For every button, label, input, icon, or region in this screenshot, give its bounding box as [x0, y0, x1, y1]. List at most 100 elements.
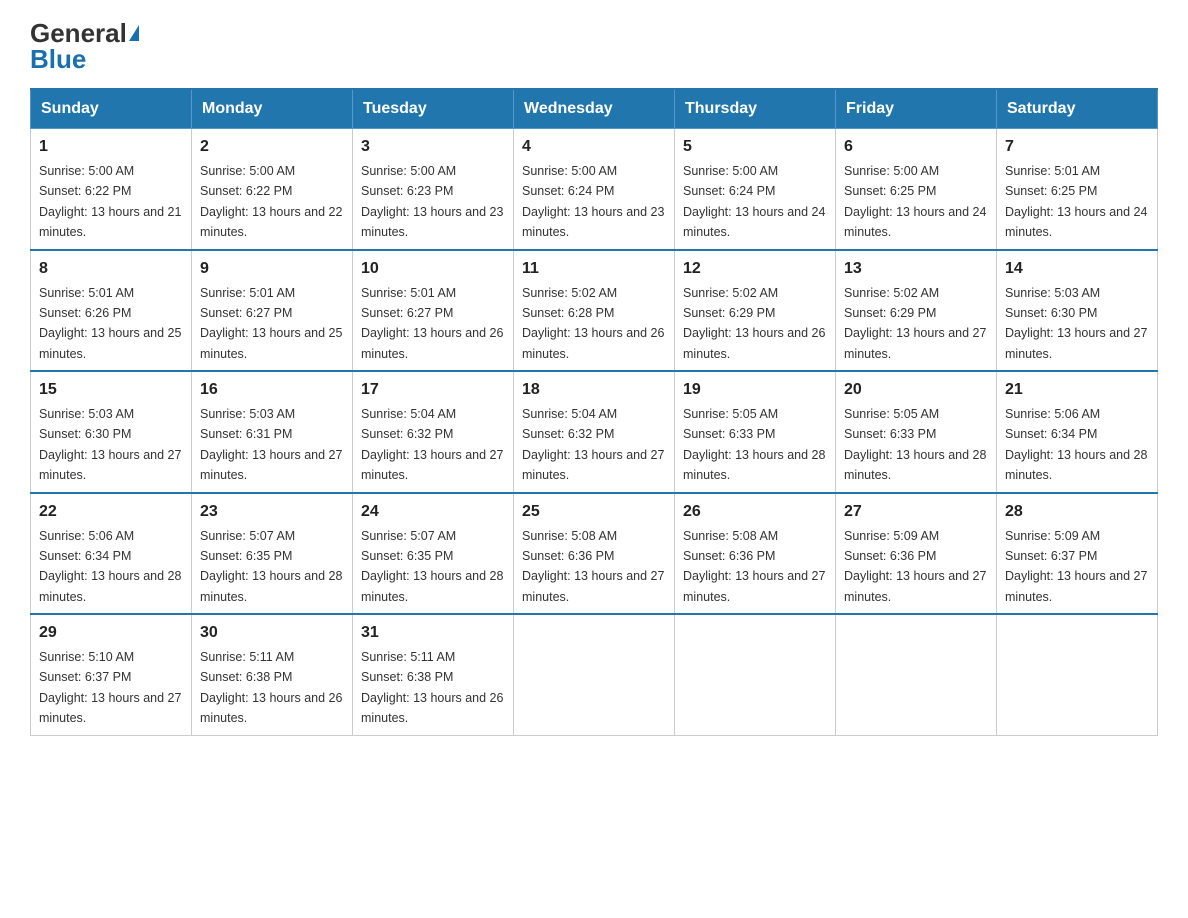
calendar-header-row: SundayMondayTuesdayWednesdayThursdayFrid… [31, 89, 1158, 129]
day-number: 21 [1005, 378, 1149, 402]
day-info: Sunrise: 5:01 AMSunset: 6:25 PMDaylight:… [1005, 164, 1147, 239]
calendar-cell [514, 614, 675, 735]
calendar-cell: 18 Sunrise: 5:04 AMSunset: 6:32 PMDaylig… [514, 371, 675, 493]
calendar-header-monday: Monday [192, 89, 353, 129]
calendar-cell: 20 Sunrise: 5:05 AMSunset: 6:33 PMDaylig… [836, 371, 997, 493]
day-number: 13 [844, 257, 988, 281]
calendar-cell: 23 Sunrise: 5:07 AMSunset: 6:35 PMDaylig… [192, 493, 353, 615]
calendar-cell: 31 Sunrise: 5:11 AMSunset: 6:38 PMDaylig… [353, 614, 514, 735]
calendar-cell: 27 Sunrise: 5:09 AMSunset: 6:36 PMDaylig… [836, 493, 997, 615]
day-info: Sunrise: 5:02 AMSunset: 6:29 PMDaylight:… [683, 286, 825, 361]
calendar-header-wednesday: Wednesday [514, 89, 675, 129]
day-info: Sunrise: 5:01 AMSunset: 6:26 PMDaylight:… [39, 286, 181, 361]
calendar-cell: 5 Sunrise: 5:00 AMSunset: 6:24 PMDayligh… [675, 129, 836, 250]
calendar-cell: 8 Sunrise: 5:01 AMSunset: 6:26 PMDayligh… [31, 250, 192, 372]
day-number: 6 [844, 135, 988, 159]
day-info: Sunrise: 5:08 AMSunset: 6:36 PMDaylight:… [683, 529, 825, 604]
day-info: Sunrise: 5:00 AMSunset: 6:22 PMDaylight:… [39, 164, 181, 239]
calendar-cell: 7 Sunrise: 5:01 AMSunset: 6:25 PMDayligh… [997, 129, 1158, 250]
calendar-cell: 25 Sunrise: 5:08 AMSunset: 6:36 PMDaylig… [514, 493, 675, 615]
calendar-cell: 17 Sunrise: 5:04 AMSunset: 6:32 PMDaylig… [353, 371, 514, 493]
day-info: Sunrise: 5:11 AMSunset: 6:38 PMDaylight:… [361, 650, 503, 725]
day-info: Sunrise: 5:04 AMSunset: 6:32 PMDaylight:… [522, 407, 664, 482]
calendar-cell: 12 Sunrise: 5:02 AMSunset: 6:29 PMDaylig… [675, 250, 836, 372]
calendar-week-row: 29 Sunrise: 5:10 AMSunset: 6:37 PMDaylig… [31, 614, 1158, 735]
calendar-cell: 6 Sunrise: 5:00 AMSunset: 6:25 PMDayligh… [836, 129, 997, 250]
day-number: 9 [200, 257, 344, 281]
calendar-cell: 19 Sunrise: 5:05 AMSunset: 6:33 PMDaylig… [675, 371, 836, 493]
day-number: 16 [200, 378, 344, 402]
day-number: 22 [39, 500, 183, 524]
day-number: 1 [39, 135, 183, 159]
calendar-cell: 28 Sunrise: 5:09 AMSunset: 6:37 PMDaylig… [997, 493, 1158, 615]
day-info: Sunrise: 5:09 AMSunset: 6:37 PMDaylight:… [1005, 529, 1147, 604]
calendar-cell: 1 Sunrise: 5:00 AMSunset: 6:22 PMDayligh… [31, 129, 192, 250]
calendar-cell: 9 Sunrise: 5:01 AMSunset: 6:27 PMDayligh… [192, 250, 353, 372]
day-info: Sunrise: 5:07 AMSunset: 6:35 PMDaylight:… [200, 529, 342, 604]
calendar-cell: 2 Sunrise: 5:00 AMSunset: 6:22 PMDayligh… [192, 129, 353, 250]
calendar-header-friday: Friday [836, 89, 997, 129]
day-info: Sunrise: 5:00 AMSunset: 6:24 PMDaylight:… [522, 164, 664, 239]
calendar-cell: 26 Sunrise: 5:08 AMSunset: 6:36 PMDaylig… [675, 493, 836, 615]
calendar-header-tuesday: Tuesday [353, 89, 514, 129]
calendar-cell: 10 Sunrise: 5:01 AMSunset: 6:27 PMDaylig… [353, 250, 514, 372]
day-info: Sunrise: 5:02 AMSunset: 6:28 PMDaylight:… [522, 286, 664, 361]
calendar-table: SundayMondayTuesdayWednesdayThursdayFrid… [30, 88, 1158, 736]
calendar-cell [836, 614, 997, 735]
logo: General Blue [30, 20, 139, 72]
day-number: 18 [522, 378, 666, 402]
day-info: Sunrise: 5:04 AMSunset: 6:32 PMDaylight:… [361, 407, 503, 482]
day-number: 26 [683, 500, 827, 524]
day-info: Sunrise: 5:03 AMSunset: 6:30 PMDaylight:… [39, 407, 181, 482]
calendar-cell: 15 Sunrise: 5:03 AMSunset: 6:30 PMDaylig… [31, 371, 192, 493]
calendar-week-row: 15 Sunrise: 5:03 AMSunset: 6:30 PMDaylig… [31, 371, 1158, 493]
day-info: Sunrise: 5:03 AMSunset: 6:30 PMDaylight:… [1005, 286, 1147, 361]
calendar-cell: 21 Sunrise: 5:06 AMSunset: 6:34 PMDaylig… [997, 371, 1158, 493]
calendar-cell: 13 Sunrise: 5:02 AMSunset: 6:29 PMDaylig… [836, 250, 997, 372]
calendar-cell: 29 Sunrise: 5:10 AMSunset: 6:37 PMDaylig… [31, 614, 192, 735]
day-info: Sunrise: 5:11 AMSunset: 6:38 PMDaylight:… [200, 650, 342, 725]
day-info: Sunrise: 5:06 AMSunset: 6:34 PMDaylight:… [1005, 407, 1147, 482]
day-info: Sunrise: 5:10 AMSunset: 6:37 PMDaylight:… [39, 650, 181, 725]
day-number: 4 [522, 135, 666, 159]
day-number: 30 [200, 621, 344, 645]
calendar-cell: 30 Sunrise: 5:11 AMSunset: 6:38 PMDaylig… [192, 614, 353, 735]
day-number: 24 [361, 500, 505, 524]
logo-general-text: General [30, 20, 127, 46]
day-number: 14 [1005, 257, 1149, 281]
day-info: Sunrise: 5:02 AMSunset: 6:29 PMDaylight:… [844, 286, 986, 361]
day-number: 23 [200, 500, 344, 524]
calendar-cell [997, 614, 1158, 735]
day-number: 11 [522, 257, 666, 281]
day-number: 27 [844, 500, 988, 524]
day-number: 28 [1005, 500, 1149, 524]
calendar-week-row: 1 Sunrise: 5:00 AMSunset: 6:22 PMDayligh… [31, 129, 1158, 250]
calendar-header-thursday: Thursday [675, 89, 836, 129]
day-info: Sunrise: 5:00 AMSunset: 6:24 PMDaylight:… [683, 164, 825, 239]
day-info: Sunrise: 5:06 AMSunset: 6:34 PMDaylight:… [39, 529, 181, 604]
calendar-header-saturday: Saturday [997, 89, 1158, 129]
day-info: Sunrise: 5:08 AMSunset: 6:36 PMDaylight:… [522, 529, 664, 604]
day-number: 25 [522, 500, 666, 524]
day-info: Sunrise: 5:07 AMSunset: 6:35 PMDaylight:… [361, 529, 503, 604]
day-info: Sunrise: 5:01 AMSunset: 6:27 PMDaylight:… [361, 286, 503, 361]
day-number: 31 [361, 621, 505, 645]
day-info: Sunrise: 5:03 AMSunset: 6:31 PMDaylight:… [200, 407, 342, 482]
day-number: 12 [683, 257, 827, 281]
calendar-cell: 16 Sunrise: 5:03 AMSunset: 6:31 PMDaylig… [192, 371, 353, 493]
day-number: 20 [844, 378, 988, 402]
calendar-cell: 4 Sunrise: 5:00 AMSunset: 6:24 PMDayligh… [514, 129, 675, 250]
calendar-cell: 11 Sunrise: 5:02 AMSunset: 6:28 PMDaylig… [514, 250, 675, 372]
day-number: 15 [39, 378, 183, 402]
day-number: 17 [361, 378, 505, 402]
day-number: 10 [361, 257, 505, 281]
day-number: 7 [1005, 135, 1149, 159]
calendar-cell: 14 Sunrise: 5:03 AMSunset: 6:30 PMDaylig… [997, 250, 1158, 372]
day-info: Sunrise: 5:00 AMSunset: 6:23 PMDaylight:… [361, 164, 503, 239]
day-info: Sunrise: 5:05 AMSunset: 6:33 PMDaylight:… [683, 407, 825, 482]
calendar-header-sunday: Sunday [31, 89, 192, 129]
day-number: 19 [683, 378, 827, 402]
day-info: Sunrise: 5:01 AMSunset: 6:27 PMDaylight:… [200, 286, 342, 361]
header: General Blue [30, 20, 1158, 72]
logo-blue-text: Blue [30, 46, 86, 72]
